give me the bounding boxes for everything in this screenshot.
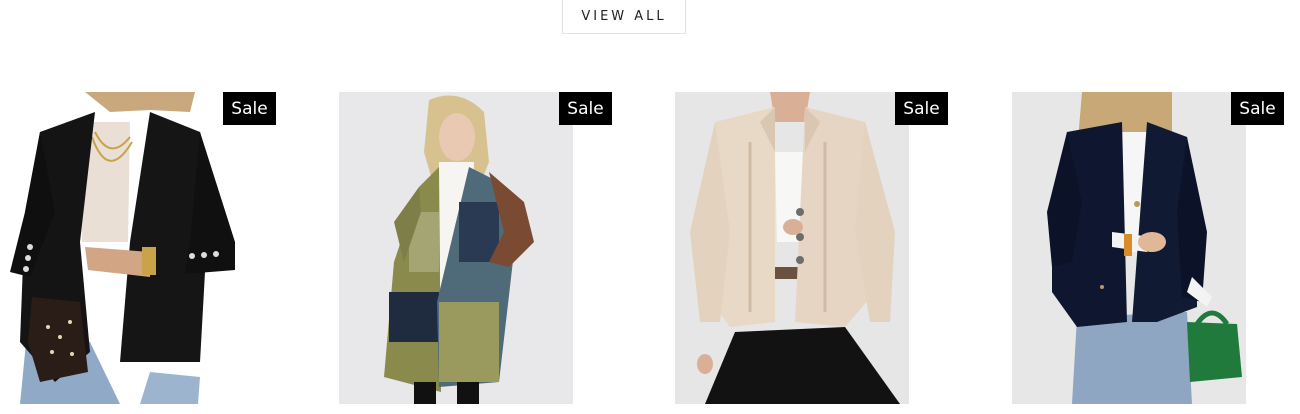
product-card[interactable]: Sale bbox=[1012, 92, 1284, 414]
view-all-button[interactable]: VIEW ALL bbox=[562, 0, 686, 34]
sale-badge: Sale bbox=[1231, 92, 1284, 125]
sale-badge: Sale bbox=[895, 92, 948, 125]
product-card[interactable]: Sale bbox=[339, 92, 612, 414]
product-image[interactable] bbox=[675, 92, 909, 404]
product-card[interactable]: Sale bbox=[0, 92, 276, 414]
sale-badge: Sale bbox=[559, 92, 612, 125]
product-image[interactable] bbox=[339, 92, 573, 404]
sale-badge: Sale bbox=[223, 92, 276, 125]
product-card[interactable]: Sale bbox=[675, 92, 948, 414]
product-image[interactable] bbox=[1012, 92, 1246, 404]
product-grid: Sale Sale Sale Sale bbox=[0, 92, 1300, 414]
product-image[interactable] bbox=[0, 92, 240, 404]
